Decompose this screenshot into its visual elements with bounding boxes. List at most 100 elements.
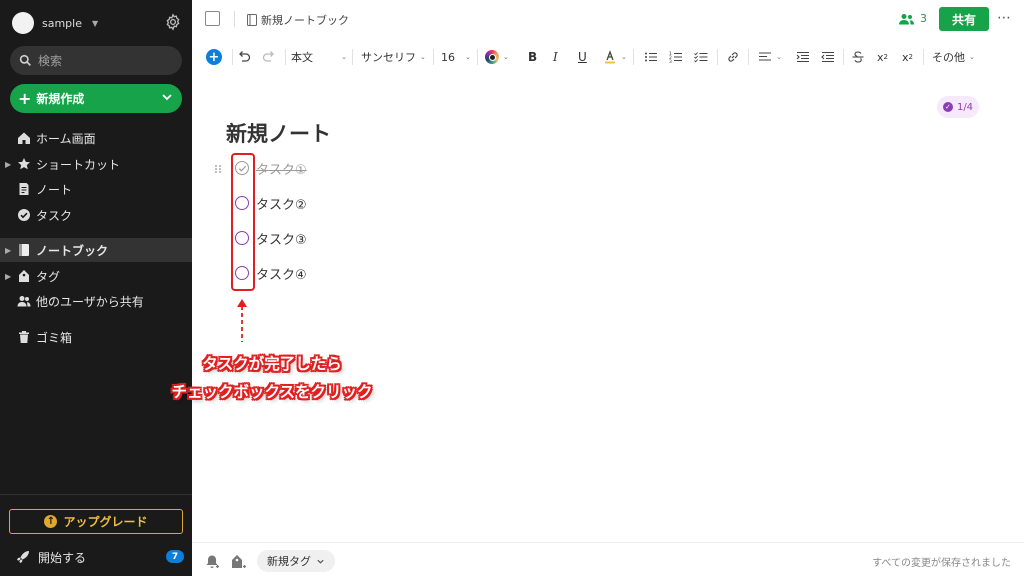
strikethrough-icon[interactable] (851, 44, 865, 70)
sidebar-item-shortcuts[interactable]: ▶ ショートカット (0, 152, 192, 176)
divider (234, 11, 235, 27)
notification-badge: 7 (166, 550, 184, 563)
search-box[interactable] (10, 46, 182, 75)
divider (843, 49, 844, 65)
save-status: すべての変更が保存されました (872, 558, 1011, 569)
task-label[interactable]: タスク④ (256, 264, 307, 283)
chevron-down-icon: ⌄ (420, 53, 426, 61)
format-toolbar: + 本文 ⌄ サンセリフ ⌄ 16 ⌄ ⌄ B I U ⌄ 1 2 3 ⌄ x … (192, 44, 1024, 70)
bold-icon[interactable]: B (528, 44, 537, 70)
new-note-button[interactable]: + 新規作成 (10, 84, 182, 113)
chevron-down-icon (162, 94, 172, 101)
underline-icon[interactable]: U (578, 44, 587, 70)
expand-caret-icon[interactable]: ▶ (5, 246, 11, 255)
sidebar-item-home[interactable]: ホーム画面 (0, 126, 192, 150)
chevron-down-icon: ▼ (92, 18, 99, 28)
people-icon (899, 13, 914, 24)
font-family-value: サンセリフ (361, 51, 416, 64)
upgrade-arrow-icon: ↑ (44, 515, 58, 528)
new-tag-button[interactable]: 新規タグ (257, 550, 335, 572)
color-icon (485, 50, 499, 64)
annotation-highlight-box (231, 153, 255, 291)
divider (748, 49, 749, 65)
highlight-icon (605, 50, 615, 64)
divider (352, 49, 353, 65)
divider (923, 49, 924, 65)
sidebar-item-label: タグ (36, 269, 61, 284)
checklist-icon[interactable] (694, 44, 708, 70)
sidebar-item-shared[interactable]: 他のユーザから共有 (0, 289, 192, 313)
task-progress-value: 1/4 (956, 101, 974, 113)
drag-handle-icon[interactable] (214, 164, 222, 174)
more-format-button[interactable]: その他 ⌄ (932, 44, 975, 70)
expand-caret-icon[interactable]: ▶ (5, 272, 11, 281)
sidebar-item-notebooks[interactable]: ▶ ノートブック (0, 238, 192, 262)
expand-icon[interactable] (205, 11, 220, 26)
more-options-icon[interactable]: ⋯ (997, 10, 1012, 26)
chevron-down-icon (317, 559, 324, 564)
undo-button[interactable] (237, 44, 251, 70)
divider (433, 49, 434, 65)
task-label[interactable]: タスク① (256, 159, 307, 178)
sidebar: sample ▼ + 新規作成 ホーム画面 ▶ ショートカット ノート タスク … (0, 0, 192, 576)
sidebar-item-label: ノート (36, 182, 73, 197)
notebook-icon (19, 244, 29, 256)
font-family-select[interactable]: サンセリフ ⌄ (361, 44, 426, 70)
task-label[interactable]: タスク③ (256, 229, 307, 248)
superscript-icon[interactable]: x2 (877, 44, 888, 70)
sidebar-item-tasks[interactable]: タスク (0, 203, 192, 227)
svg-text:3: 3 (669, 59, 672, 64)
account-menu[interactable]: sample ▼ (12, 11, 98, 35)
insert-button[interactable]: + (206, 44, 222, 70)
task-label[interactable]: タスク② (256, 194, 307, 213)
sidebar-item-notes[interactable]: ノート (0, 177, 192, 201)
gear-icon[interactable] (164, 13, 182, 31)
shared-count: 3 (920, 12, 927, 25)
divider (232, 49, 233, 65)
divider (633, 49, 634, 65)
people-icon (17, 296, 31, 307)
outdent-icon[interactable] (821, 44, 835, 70)
note-title[interactable]: 新規ノート (226, 118, 331, 148)
annotation-callout: タスクが完了したら チェックボックスをクリック (122, 350, 422, 406)
highlight-button[interactable]: ⌄ (603, 44, 627, 70)
font-size-value: 16 (441, 50, 455, 64)
link-icon[interactable] (726, 44, 740, 70)
search-input[interactable] (38, 53, 168, 68)
font-size-select[interactable]: 16 ⌄ (441, 44, 471, 70)
subscript-icon[interactable]: x2 (902, 44, 913, 70)
add-tag-icon[interactable] (231, 554, 247, 570)
sidebar-item-trash[interactable]: ゴミ箱 (0, 325, 192, 349)
star-icon (18, 158, 30, 170)
chevron-down-icon: ⌄ (969, 53, 975, 61)
text-color-select[interactable]: ⌄ (485, 44, 509, 70)
notebook-breadcrumb[interactable]: 新規ノートブック (247, 12, 349, 28)
annotation-arrow (237, 299, 247, 342)
paragraph-style-select[interactable]: 本文 ⌄ (291, 44, 347, 70)
new-note-label: 新規作成 (36, 92, 85, 106)
sidebar-item-tags[interactable]: ▶ タグ (0, 264, 192, 288)
plus-icon: + (206, 49, 222, 65)
share-button[interactable]: 共有 (939, 7, 989, 31)
shared-users[interactable]: 3 (899, 12, 927, 25)
bullet-list-icon[interactable] (644, 44, 658, 70)
task-check-icon (18, 209, 30, 221)
tag-icon (19, 270, 29, 282)
align-button[interactable]: ⌄ (758, 44, 782, 70)
get-started-label: 開始する (38, 550, 87, 565)
indent-icon[interactable] (796, 44, 810, 70)
italic-icon[interactable]: I (553, 44, 558, 70)
expand-caret-icon[interactable]: ▶ (5, 160, 11, 169)
upgrade-button[interactable]: ↑ アップグレード (9, 509, 183, 534)
align-left-icon (759, 52, 771, 61)
get-started-item[interactable]: 開始する (16, 548, 86, 566)
plus-icon: + (18, 88, 32, 108)
numbered-list-icon[interactable]: 123 (669, 44, 683, 70)
redo-button[interactable] (262, 44, 276, 70)
chevron-down-icon: ⌄ (621, 53, 627, 61)
check-icon: ✓ (942, 102, 953, 112)
chevron-down-icon: ⌄ (341, 53, 347, 61)
reminder-bell-icon[interactable] (204, 554, 220, 570)
task-progress-badge[interactable]: ✓ 1/4 (937, 96, 979, 118)
divider (477, 49, 478, 65)
